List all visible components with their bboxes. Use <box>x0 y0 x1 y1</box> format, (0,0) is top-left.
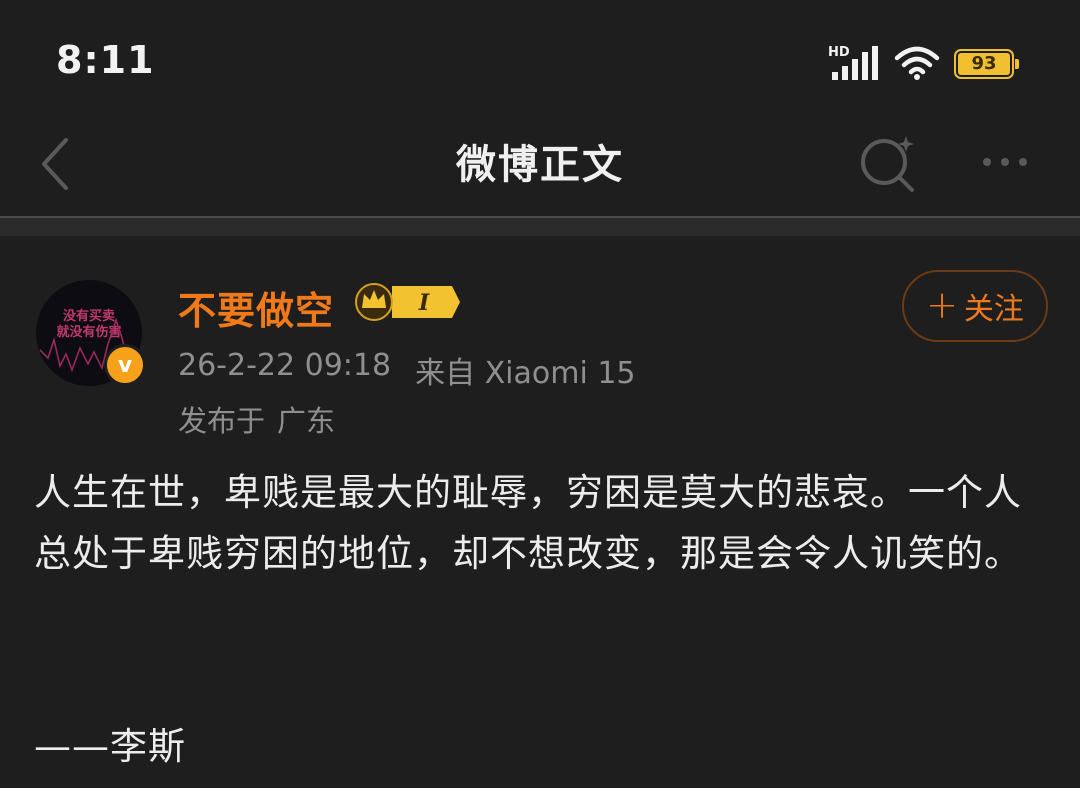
wifi-icon <box>894 46 940 80</box>
more-dot <box>1001 158 1009 166</box>
battery-icon: 93 <box>954 49 1019 79</box>
more-dot <box>1019 158 1027 166</box>
source-device: Xiaomi 15 <box>484 356 636 391</box>
search-icon[interactable] <box>856 132 918 194</box>
status-icons: HD 93 <box>828 44 1019 84</box>
status-bar: 8:11 HD 93 <box>0 0 1080 110</box>
battery-fill: 93 <box>958 53 1010 75</box>
location-prefix: 发布于 <box>178 404 266 438</box>
location-value: 广东 <box>277 404 336 438</box>
more-icon[interactable] <box>970 132 1040 192</box>
verified-badge-icon: v <box>104 344 146 386</box>
status-time: 8:11 <box>56 38 155 82</box>
battery-level: 93 <box>971 53 997 74</box>
battery-cap <box>1015 59 1019 69</box>
follow-label: 关注 <box>963 292 1024 327</box>
post-location: 发布于 广东 <box>178 398 335 440</box>
follow-button[interactable]: + 关注 <box>902 270 1048 342</box>
post-meta: 26-2-22 09:18 来自 Xiaomi 15 <box>178 348 636 392</box>
post-quote-author: ——李斯 <box>34 725 186 768</box>
post-body: 人生在世，卑贱是最大的耻辱，穷困是莫大的悲哀。一个人总处于卑贱穷困的地位，却不想… <box>34 471 1022 575</box>
post-card: 没有买卖 就没有伤害 v 不要做空 I 26-2-22 09:18 来自 Xia… <box>0 236 1080 788</box>
source-prefix: 来自 <box>415 356 476 391</box>
nav-bar: 微博正文 <box>0 110 1080 218</box>
member-crown-icon[interactable]: I <box>352 282 462 322</box>
post-date: 26-2-22 09:18 <box>178 348 392 383</box>
username[interactable]: 不要做空 <box>178 280 334 335</box>
svg-text:HD: HD <box>828 45 850 60</box>
page-title: 微博正文 <box>456 142 624 188</box>
svg-text:I: I <box>418 290 430 316</box>
section-divider <box>0 218 1080 236</box>
post-source: 来自 Xiaomi 15 <box>415 348 635 392</box>
hd-signal-icon: HD <box>828 45 878 80</box>
plus-icon: + <box>926 283 958 327</box>
more-dot <box>983 158 991 166</box>
